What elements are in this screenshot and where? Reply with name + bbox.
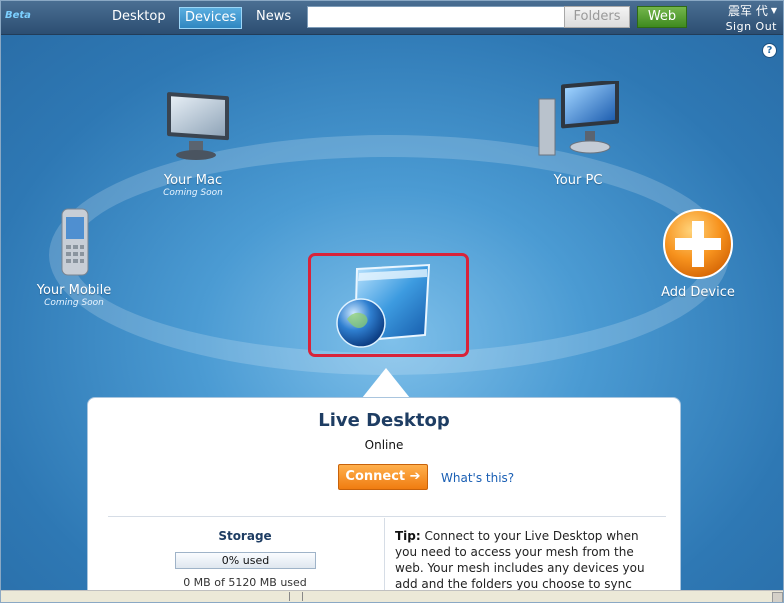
folders-button[interactable]: Folders xyxy=(564,6,630,28)
scrollbar-grip[interactable] xyxy=(289,592,303,601)
device-pc[interactable]: Your PC xyxy=(523,79,633,188)
web-search-button[interactable]: Web xyxy=(637,6,687,28)
storage-progress-label: 0% used xyxy=(221,554,270,567)
beta-badge: Beta xyxy=(5,10,31,21)
connect-button[interactable]: Connect ➔ xyxy=(338,464,428,490)
panel-vertical-divider xyxy=(384,518,385,591)
panel-divider xyxy=(108,516,666,517)
chevron-down-icon[interactable]: ▼ xyxy=(771,6,777,15)
selection-highlight xyxy=(308,253,469,357)
devices-ring-area: ? Your Mac Coming Soon Your PC Your Mobi… xyxy=(1,35,783,591)
storage-progress-bar: 0% used xyxy=(175,552,316,569)
online-status: Online xyxy=(364,438,404,452)
user-menu[interactable]: 震军 代 ▼ Sign Out xyxy=(726,2,777,33)
storage-used-text: 0 MB of 5120 MB used xyxy=(183,576,307,589)
add-device-button[interactable]: Add Device xyxy=(653,207,743,300)
scroll-right-button[interactable] xyxy=(772,592,783,602)
add-device-label: Add Device xyxy=(661,285,735,300)
device-mobile[interactable]: Your Mobile Coming Soon xyxy=(15,207,133,308)
device-mac-label: Your Mac xyxy=(163,173,223,188)
help-icon[interactable]: ? xyxy=(762,43,777,58)
sign-out-link[interactable]: Sign Out xyxy=(726,20,777,33)
monitor-icon xyxy=(167,92,229,160)
tab-desktop[interactable]: Desktop xyxy=(107,7,171,27)
computer-icon xyxy=(538,79,619,156)
arrow-right-icon: ➔ xyxy=(409,469,421,484)
whats-this-link[interactable]: What's this? xyxy=(441,471,514,485)
tip-label: Tip: xyxy=(395,529,421,543)
browser-frame: Beta Desktop Devices News Folders Web 震军… xyxy=(0,0,784,603)
callout-pointer xyxy=(362,368,410,398)
top-navigation-bar: Beta Desktop Devices News Folders Web 震军… xyxy=(1,1,783,35)
device-pc-label: Your PC xyxy=(553,173,603,188)
user-name[interactable]: 震军 代 xyxy=(728,2,768,19)
panel-title: Live Desktop xyxy=(318,410,450,431)
storage-title: Storage xyxy=(218,529,272,543)
search-input[interactable] xyxy=(307,6,565,28)
tip-text: Tip: Connect to your Live Desktop when y… xyxy=(395,528,655,591)
tab-devices[interactable]: Devices xyxy=(179,7,243,29)
tip-body: Connect to your Live Desktop when you ne… xyxy=(395,529,645,591)
horizontal-scrollbar[interactable] xyxy=(1,590,783,602)
live-desktop-panel: Live Desktop Online Connect ➔ What's thi… xyxy=(87,397,681,591)
device-mobile-label: Your Mobile xyxy=(36,283,112,298)
connect-label: Connect xyxy=(345,469,406,484)
device-mac-status: Coming Soon xyxy=(163,188,223,198)
device-mobile-status: Coming Soon xyxy=(44,298,104,308)
device-mac[interactable]: Your Mac Coming Soon xyxy=(141,87,245,198)
mobile-phone-icon xyxy=(61,208,89,276)
plus-icon xyxy=(663,209,733,279)
tab-news[interactable]: News xyxy=(251,7,296,27)
